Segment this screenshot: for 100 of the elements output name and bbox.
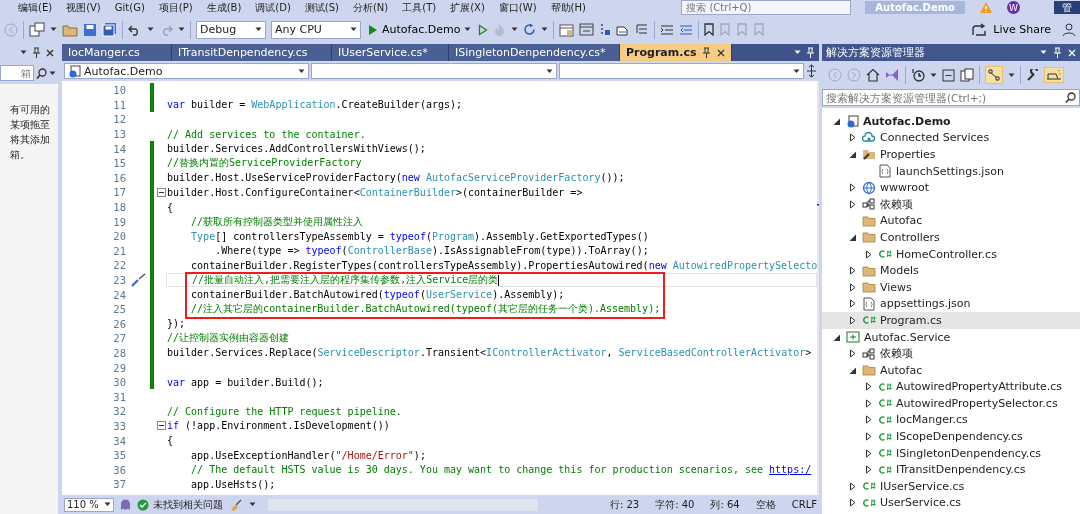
project-dropdown[interactable]: Autofac.Demo	[64, 63, 310, 79]
tree-item[interactable]: Properties	[822, 146, 1080, 163]
tree-item[interactable]: Autofac	[822, 361, 1080, 379]
menu-item[interactable]: Git(G)	[114, 1, 145, 14]
live-share-button[interactable]: Live Share	[966, 21, 1057, 38]
indent-icon[interactable]	[660, 23, 675, 36]
expanded-arrow-icon[interactable]	[849, 365, 857, 375]
save-all-icon[interactable]	[102, 22, 117, 37]
clock-icon[interactable]	[911, 68, 925, 82]
tree-item[interactable]: AutowiredPropertyAttribute.cs	[822, 378, 1080, 396]
caret-icon[interactable]	[50, 27, 57, 32]
screwdriver-icon[interactable]	[131, 273, 147, 287]
collapsed-arrow-icon[interactable]	[849, 315, 857, 325]
save-icon[interactable]	[83, 22, 97, 37]
play-outline-icon[interactable]	[478, 23, 489, 36]
configuration-dropdown[interactable]: Debug	[196, 20, 266, 39]
editor-tab[interactable]: Program.cs	[620, 44, 733, 61]
search-field[interactable]: 搜索解决方案资源管理器(Ctrl+;)	[822, 89, 1080, 106]
tree-item[interactable]: Autofac.Demo	[822, 113, 1080, 130]
switch-view-icon[interactable]	[885, 68, 900, 82]
collapsed-arrow-icon[interactable]	[865, 398, 873, 408]
collapsed-arrow-icon[interactable]	[849, 481, 857, 491]
tree-item[interactable]: Connected Services	[822, 129, 1080, 147]
search-field[interactable]: 搜索 (Ctrl+Q)	[681, 0, 852, 15]
menu-item[interactable]: 调试(D)	[255, 1, 291, 14]
issues-status[interactable]: 未找到相关问题	[153, 497, 223, 512]
collapsed-arrow-icon[interactable]	[849, 133, 857, 143]
caret-icon[interactable]	[249, 502, 256, 507]
collapsed-arrow-icon[interactable]	[849, 349, 857, 359]
editor-tab[interactable]: IUserService.cs*	[332, 44, 449, 61]
platform-dropdown[interactable]: Any CPU	[271, 20, 361, 39]
tree-item[interactable]: Autofac.Service	[822, 328, 1080, 346]
menu-item[interactable]: 编辑(E)	[18, 1, 53, 14]
tree-item[interactable]: Program.cs	[822, 312, 1080, 329]
collapsed-arrow-icon[interactable]	[865, 249, 873, 259]
menu-item[interactable]: 分析(N)	[352, 1, 389, 14]
caret-icon[interactable]	[49, 70, 56, 76]
tree-item[interactable]: IocManger.cs	[822, 411, 1080, 429]
tree-item[interactable]: ISingletonDenpendency.cs	[822, 444, 1080, 462]
menu-item[interactable]: 生成(B)	[206, 1, 242, 14]
tree-icon[interactable]	[635, 22, 650, 37]
collapse-icon[interactable]	[156, 187, 166, 197]
pin-icon[interactable]	[32, 47, 41, 58]
tree-item[interactable]: IScopeDenpendency.cs	[822, 428, 1080, 445]
person-icon[interactable]	[1062, 22, 1076, 37]
tree-item[interactable]: wwwroot	[822, 179, 1080, 196]
menu-item[interactable]: 视图(V)	[66, 1, 101, 14]
caret-icon[interactable]	[1040, 50, 1047, 55]
start-button[interactable]: Autofac.Demo	[366, 23, 474, 36]
sync-toggle[interactable]	[985, 66, 1003, 84]
caret-icon[interactable]	[511, 27, 519, 32]
tree-item[interactable]: Models	[822, 262, 1080, 279]
brush-icon[interactable]	[229, 498, 243, 511]
solution-search-field[interactable]: 搜索解决方案资源管理器(Ctrl+;)	[823, 90, 1043, 105]
tree-item[interactable]: ITransitDenpendency.cs	[822, 461, 1080, 479]
home-icon[interactable]	[866, 68, 880, 82]
menu-item[interactable]: 帮助(H)	[550, 1, 586, 14]
caret-icon[interactable]	[930, 72, 937, 78]
tree-item[interactable]: 依赖项	[822, 195, 1080, 213]
editor-tab[interactable]: IocManger.cs	[62, 44, 172, 61]
menu-item[interactable]: 测试(S)	[304, 1, 339, 14]
collapsed-arrow-icon[interactable]	[865, 465, 873, 475]
expanded-arrow-icon[interactable]	[849, 232, 857, 242]
tree-item[interactable]: Autofac	[822, 212, 1080, 230]
close-icon[interactable]	[46, 48, 54, 57]
collapsed-arrow-icon[interactable]	[849, 282, 857, 292]
collapsed-arrow-icon[interactable]	[849, 183, 857, 193]
caret-icon[interactable]	[541, 27, 549, 32]
editor-tab[interactable]: ISingletonDenpendency.cs*	[449, 44, 620, 61]
refresh-icon[interactable]	[523, 23, 537, 36]
editor-tab[interactable]: ITransitDenpendency.cs	[172, 44, 332, 61]
pin-icon[interactable]	[702, 47, 712, 58]
collapsed-arrow-icon[interactable]	[849, 199, 857, 209]
collapsed-arrow-icon[interactable]	[849, 266, 857, 276]
tree-item[interactable]: launchSettings.json	[822, 162, 1080, 180]
expanded-arrow-icon[interactable]	[849, 150, 857, 159]
expanded-arrow-icon[interactable]	[833, 116, 841, 126]
close-icon[interactable]	[717, 48, 726, 57]
caret-icon[interactable]	[178, 27, 185, 32]
menu-item[interactable]: 工具(T)	[402, 1, 437, 14]
split-icon[interactable]	[806, 64, 817, 78]
admin-button[interactable]: 管	[1054, 1, 1080, 14]
ghost-icon[interactable]	[120, 498, 131, 511]
wrench-icon[interactable]	[1026, 68, 1039, 82]
collapsed-arrow-icon[interactable]	[865, 448, 873, 458]
collapse-icon[interactable]	[156, 421, 166, 431]
caret-icon[interactable]	[20, 50, 27, 55]
tree-item[interactable]: IUserService.cs	[822, 478, 1080, 495]
menu-item[interactable]: 扩展(X)	[450, 1, 485, 14]
step-icon[interactable]	[599, 22, 612, 37]
window-icon[interactable]	[579, 22, 595, 37]
zoom-dropdown[interactable]: 110 %	[64, 497, 114, 512]
preview-toggle[interactable]	[1044, 67, 1064, 83]
bookmark-icon[interactable]	[704, 23, 715, 36]
menu-item[interactable]: 窗口(W)	[498, 1, 537, 14]
collapsed-arrow-icon[interactable]	[849, 299, 857, 309]
tree-item[interactable]: AutowiredPropertySelector.cs	[822, 395, 1080, 412]
tree-item[interactable]: HomeController.cs	[822, 245, 1080, 263]
expanded-arrow-icon[interactable]	[833, 332, 841, 342]
link[interactable]: https:/	[769, 464, 812, 476]
